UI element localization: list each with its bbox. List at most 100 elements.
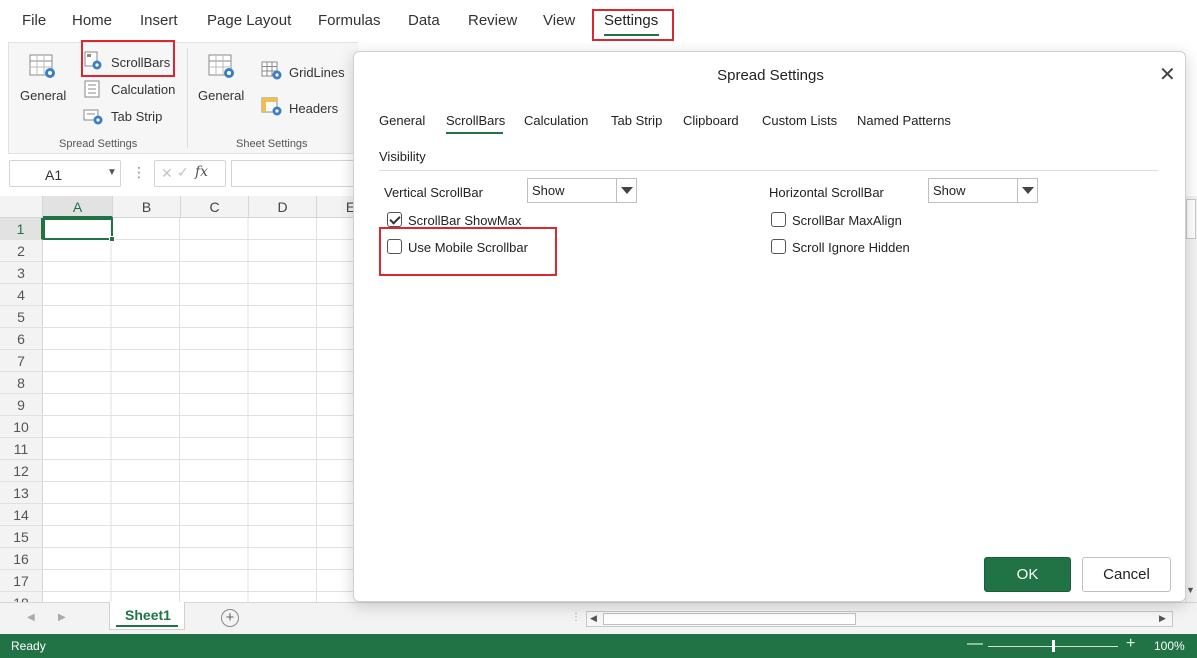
status-bar: Ready — + 100%: [0, 634, 1197, 658]
active-cell[interactable]: [43, 218, 113, 240]
formula-input[interactable]: [231, 160, 371, 187]
row-header[interactable]: 17: [0, 570, 43, 592]
row-header[interactable]: 15: [0, 526, 43, 548]
zoom-out-icon[interactable]: —: [967, 635, 983, 653]
cancel-button[interactable]: Cancel: [1082, 557, 1171, 592]
ribbon-scrollbars-label: ScrollBars: [111, 55, 171, 70]
headers-icon: [261, 97, 282, 116]
previous-sheet-icon[interactable]: ◀: [27, 612, 35, 623]
menu-insert[interactable]: Insert: [140, 12, 178, 29]
row-header[interactable]: 1: [0, 218, 43, 240]
row-header[interactable]: 3: [0, 262, 43, 284]
horizontal-scrollbar-value: Show: [933, 183, 966, 198]
section-divider: [379, 170, 1158, 171]
menu-data[interactable]: Data: [408, 12, 440, 29]
cell-area[interactable]: [43, 218, 360, 602]
formula-bar-splitter-icon[interactable]: ⋮: [132, 164, 146, 181]
vertical-scrollbar-select[interactable]: Show: [527, 178, 637, 203]
scroll-down-icon[interactable]: ▼: [1186, 585, 1195, 595]
zoom-in-icon[interactable]: +: [1126, 635, 1135, 653]
ribbon-tab-strip-label: Tab Strip: [111, 109, 163, 124]
scrollbar-maxalign-label[interactable]: ScrollBar MaxAlign: [792, 213, 902, 228]
scroll-right-icon[interactable]: ▶: [1159, 613, 1166, 624]
status-text: Ready: [11, 639, 46, 653]
sheet-tab-label: Sheet1: [125, 607, 171, 623]
column-header-c[interactable]: C: [181, 196, 249, 218]
select-all-corner[interactable]: [0, 196, 43, 218]
insert-function-icon[interactable]: fx: [195, 164, 208, 180]
row-header[interactable]: 4: [0, 284, 43, 306]
row-header[interactable]: 10: [0, 416, 43, 438]
row-header[interactable]: 8: [0, 372, 43, 394]
dialog-active-tab-underline: [446, 132, 503, 134]
row-header[interactable]: 12: [0, 460, 43, 482]
close-icon[interactable]: ✕: [1159, 62, 1176, 87]
dialog-tab-calculation[interactable]: Calculation: [524, 113, 588, 128]
menu-page-layout[interactable]: Page Layout: [207, 12, 291, 29]
horizontal-scroll-thumb[interactable]: [603, 613, 856, 625]
menu-view[interactable]: View: [543, 12, 575, 29]
zoom-slider-thumb[interactable]: [1052, 640, 1055, 652]
next-sheet-icon[interactable]: ▶: [58, 612, 66, 623]
formula-buttons: ✕ ✓ fx: [154, 160, 226, 187]
ribbon-group-separator: [187, 48, 188, 148]
scroll-ignore-hidden-label[interactable]: Scroll Ignore Hidden: [792, 240, 910, 255]
cancel-entry-icon[interactable]: ✕: [161, 165, 173, 182]
column-header-a[interactable]: A: [43, 196, 113, 218]
ribbon-sheet-general-label: General: [198, 88, 245, 103]
scroll-left-icon[interactable]: ◀: [590, 613, 597, 624]
menu-settings[interactable]: Settings: [604, 12, 658, 29]
scroll-ignore-hidden-checkbox[interactable]: [771, 239, 786, 254]
zoom-level[interactable]: 100%: [1154, 639, 1185, 653]
ok-button[interactable]: OK: [984, 557, 1071, 592]
horizontal-scrollbar-select[interactable]: Show: [928, 178, 1038, 203]
scrollbar-showmax-label[interactable]: ScrollBar ShowMax: [408, 213, 521, 228]
vertical-scrollbar-value: Show: [532, 183, 565, 198]
scrollbar-maxalign-checkbox[interactable]: [771, 212, 786, 227]
confirm-entry-icon[interactable]: ✓: [177, 164, 189, 181]
spread-settings-dialog: Spread Settings ✕ General ScrollBars Cal…: [353, 51, 1186, 602]
row-header[interactable]: 7: [0, 350, 43, 372]
chevron-down-icon: [1017, 179, 1037, 202]
menu-home[interactable]: Home: [72, 12, 112, 29]
menu-formulas[interactable]: Formulas: [318, 12, 381, 29]
use-mobile-scrollbar-checkbox[interactable]: [387, 239, 402, 254]
dialog-tab-tab-strip[interactable]: Tab Strip: [611, 113, 662, 128]
column-header-d[interactable]: D: [249, 196, 317, 218]
scrollbar-showmax-checkbox[interactable]: [387, 212, 402, 227]
add-sheet-icon[interactable]: +: [221, 609, 239, 627]
chevron-down-icon: ▼: [107, 167, 117, 178]
dialog-tab-clipboard[interactable]: Clipboard: [683, 113, 739, 128]
row-header[interactable]: 14: [0, 504, 43, 526]
dialog-tab-named-patterns[interactable]: Named Patterns: [857, 113, 951, 128]
ribbon-headers-label: Headers: [289, 101, 339, 116]
name-box-value: A1: [45, 167, 63, 183]
sheet-tab-sheet1[interactable]: Sheet1: [109, 602, 185, 630]
sheet-tab-bar: ◀ ▶ Sheet1 + ⋮ ◀ ▶: [0, 602, 1197, 634]
menu-review[interactable]: Review: [468, 12, 517, 29]
vertical-scroll-thumb[interactable]: [1186, 199, 1196, 239]
row-header[interactable]: 13: [0, 482, 43, 504]
use-mobile-scrollbar-label[interactable]: Use Mobile Scrollbar: [408, 240, 528, 255]
row-header[interactable]: 18: [0, 592, 43, 602]
name-box[interactable]: A1 ▼: [9, 160, 121, 187]
vertical-scrollbar[interactable]: [1185, 196, 1197, 602]
column-header-b[interactable]: B: [113, 196, 181, 218]
dialog-tab-general[interactable]: General: [379, 113, 425, 128]
vertical-scrollbar-label: Vertical ScrollBar: [384, 185, 483, 200]
horizontal-scrollbar-label: Horizontal ScrollBar: [769, 185, 884, 200]
row-header[interactable]: 9: [0, 394, 43, 416]
sheet-settings-icon: [208, 54, 234, 78]
row-header[interactable]: 16: [0, 548, 43, 570]
row-header[interactable]: 11: [0, 438, 43, 460]
scrollbars-icon: [84, 51, 102, 70]
row-header[interactable]: 2: [0, 240, 43, 262]
dialog-tab-scrollbars[interactable]: ScrollBars: [446, 113, 505, 128]
row-header[interactable]: 5: [0, 306, 43, 328]
dialog-tab-custom-lists[interactable]: Custom Lists: [762, 113, 837, 128]
horizontal-scrollbar[interactable]: ◀ ▶: [586, 611, 1173, 627]
fill-handle[interactable]: [109, 236, 115, 242]
tab-splitter-icon[interactable]: ⋮: [571, 612, 581, 623]
row-header[interactable]: 6: [0, 328, 43, 350]
menu-file[interactable]: File: [22, 12, 46, 29]
